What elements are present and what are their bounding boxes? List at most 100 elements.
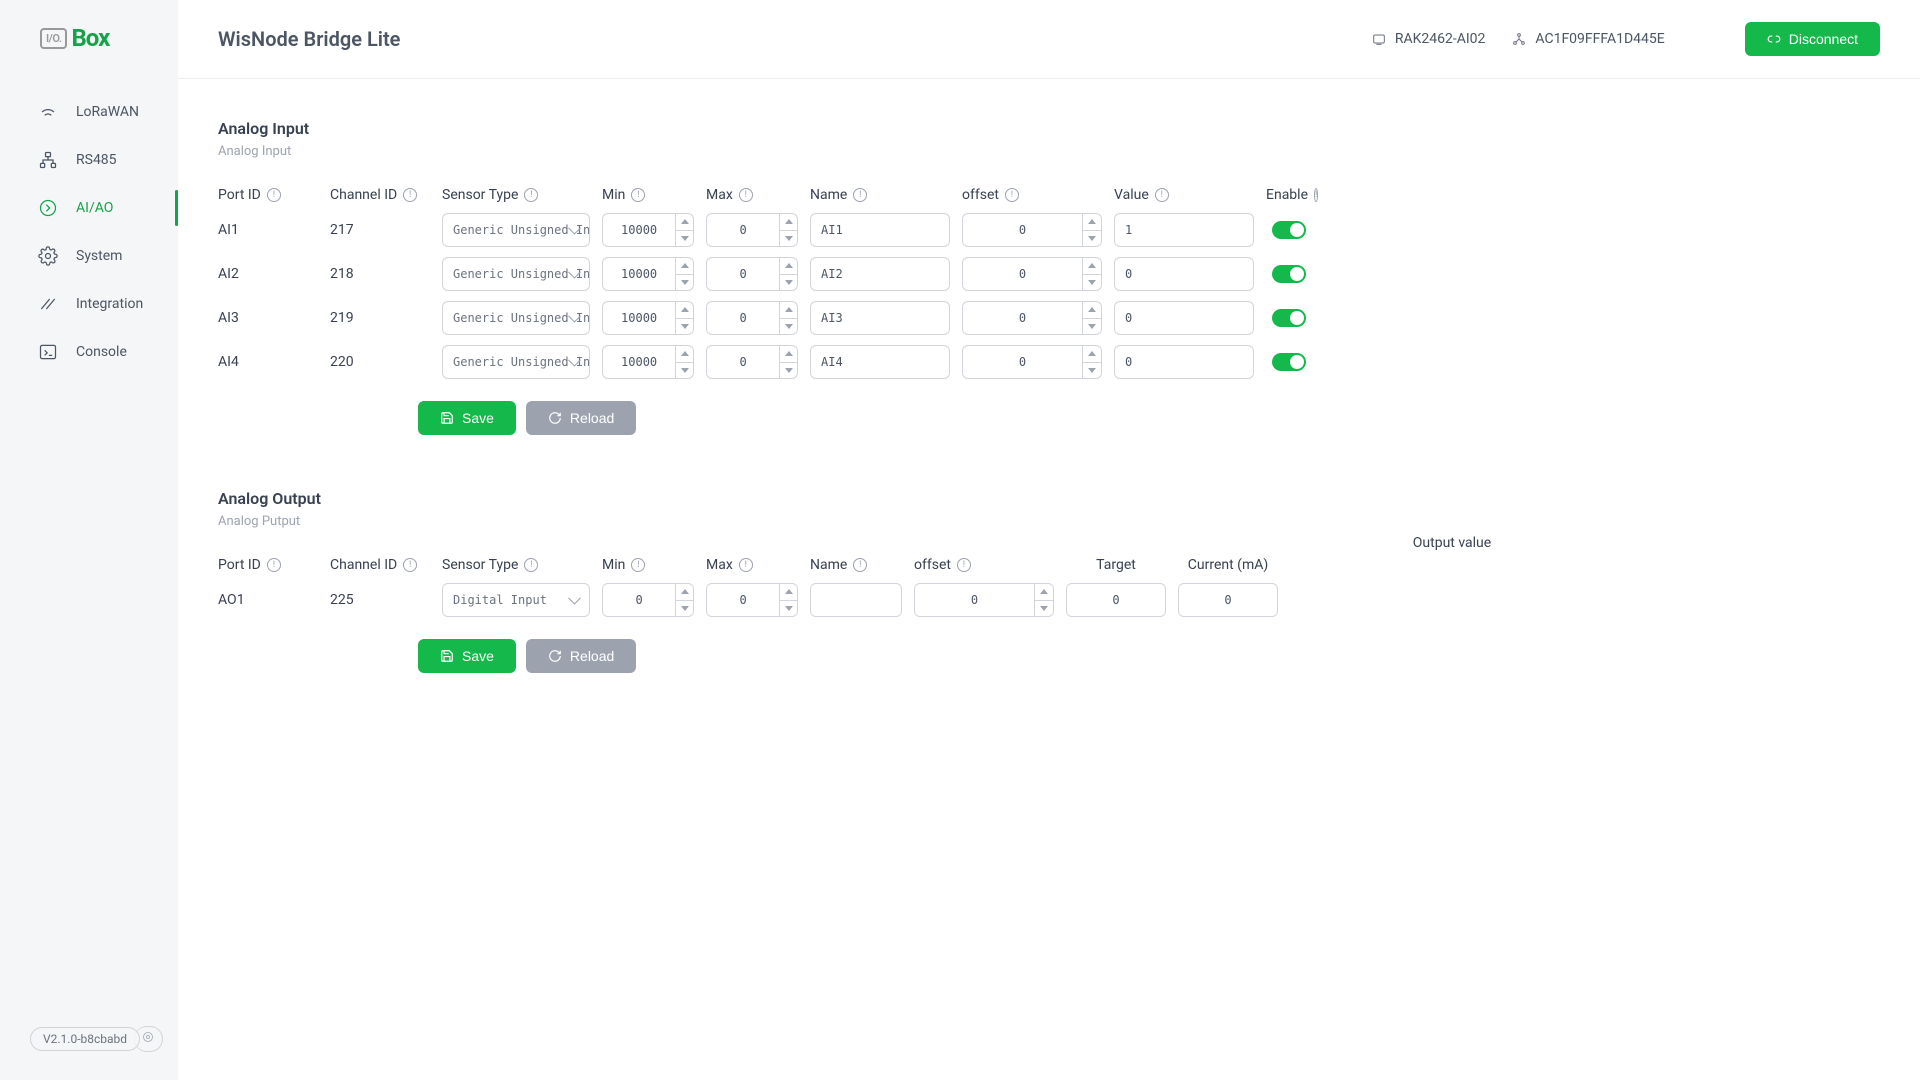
offset-input-field[interactable] xyxy=(963,346,1082,378)
name-input[interactable] xyxy=(810,301,950,335)
stepper-up[interactable] xyxy=(780,258,797,275)
sidebar-item-rs485[interactable]: RS485 xyxy=(0,136,178,184)
info-icon[interactable]: ! xyxy=(524,188,538,202)
stepper-up[interactable] xyxy=(1083,302,1101,319)
enable-toggle[interactable] xyxy=(1272,265,1306,283)
min-input-field[interactable] xyxy=(603,346,675,378)
sensor-type-select[interactable]: Generic Unsigned Int… xyxy=(442,301,590,335)
offset-input[interactable] xyxy=(962,213,1102,247)
offset-input-field[interactable] xyxy=(963,302,1082,334)
stepper-down[interactable] xyxy=(780,275,797,291)
offset-input[interactable] xyxy=(962,301,1102,335)
min-input[interactable] xyxy=(602,213,694,247)
info-icon[interactable]: ! xyxy=(1314,188,1318,202)
info-icon[interactable]: ! xyxy=(739,558,753,572)
min-input[interactable] xyxy=(602,583,694,617)
max-input-field[interactable] xyxy=(707,584,779,616)
info-icon[interactable]: ! xyxy=(403,558,417,572)
offset-input-field[interactable] xyxy=(915,584,1034,616)
stepper-down[interactable] xyxy=(1035,601,1053,617)
offset-input-field[interactable] xyxy=(963,258,1082,290)
stepper-up[interactable] xyxy=(780,214,797,231)
info-icon[interactable]: ! xyxy=(524,558,538,572)
info-icon[interactable]: ! xyxy=(739,188,753,202)
stepper-up[interactable] xyxy=(1083,346,1101,363)
sidebar-item-lorawan[interactable]: LoRaWAN xyxy=(0,88,178,136)
stepper-up[interactable] xyxy=(1083,258,1101,275)
name-input[interactable] xyxy=(810,583,902,617)
stepper-up[interactable] xyxy=(1083,214,1101,231)
stepper-down[interactable] xyxy=(1083,231,1101,247)
max-input[interactable] xyxy=(706,583,798,617)
disconnect-button[interactable]: Disconnect xyxy=(1745,22,1880,56)
info-icon[interactable]: ! xyxy=(267,188,281,202)
save-button[interactable]: Save xyxy=(418,401,516,435)
stepper-down[interactable] xyxy=(780,363,797,379)
stepper-up[interactable] xyxy=(676,346,693,363)
min-input[interactable] xyxy=(602,257,694,291)
save-button[interactable]: Save xyxy=(418,639,516,673)
stepper-down[interactable] xyxy=(1083,363,1101,379)
stepper-down[interactable] xyxy=(780,601,797,617)
info-icon[interactable]: ! xyxy=(267,558,281,572)
info-icon[interactable]: ! xyxy=(853,188,867,202)
offset-input-field[interactable] xyxy=(963,214,1082,246)
sensor-type-select[interactable]: Generic Unsigned Int… xyxy=(442,257,590,291)
value-input[interactable] xyxy=(1114,213,1254,247)
min-input-field[interactable] xyxy=(603,214,675,246)
stepper-down[interactable] xyxy=(676,601,693,617)
min-input-field[interactable] xyxy=(603,584,675,616)
offset-input[interactable] xyxy=(962,345,1102,379)
stepper-down[interactable] xyxy=(676,363,693,379)
stepper-down[interactable] xyxy=(676,275,693,291)
name-input[interactable] xyxy=(810,345,950,379)
stepper-up[interactable] xyxy=(676,584,693,601)
info-icon[interactable]: ! xyxy=(631,558,645,572)
min-input[interactable] xyxy=(602,301,694,335)
info-icon[interactable]: ! xyxy=(1005,188,1019,202)
value-input[interactable] xyxy=(1114,301,1254,335)
enable-toggle[interactable] xyxy=(1272,353,1306,371)
min-input-field[interactable] xyxy=(603,302,675,334)
stepper-up[interactable] xyxy=(676,302,693,319)
sidebar-item-integration[interactable]: Integration xyxy=(0,280,178,328)
stepper-down[interactable] xyxy=(1083,275,1101,291)
offset-input[interactable] xyxy=(962,257,1102,291)
stepper-down[interactable] xyxy=(780,231,797,247)
stepper-down[interactable] xyxy=(676,319,693,335)
offset-input[interactable] xyxy=(914,583,1054,617)
sidebar-item-aiao[interactable]: AI/AO xyxy=(0,184,178,232)
sensor-type-select[interactable]: Digital Input xyxy=(442,583,590,617)
sidebar-item-console[interactable]: Console xyxy=(0,328,178,376)
info-icon[interactable]: ! xyxy=(957,558,971,572)
max-input-field[interactable] xyxy=(707,302,779,334)
reload-button[interactable]: Reload xyxy=(526,639,636,673)
stepper-up[interactable] xyxy=(780,346,797,363)
stepper-up[interactable] xyxy=(780,302,797,319)
max-input[interactable] xyxy=(706,301,798,335)
reload-button[interactable]: Reload xyxy=(526,401,636,435)
stepper-down[interactable] xyxy=(676,231,693,247)
stepper-down[interactable] xyxy=(780,319,797,335)
info-icon[interactable]: ! xyxy=(1155,188,1169,202)
min-input[interactable] xyxy=(602,345,694,379)
sensor-type-select[interactable]: Generic Unsigned Int… xyxy=(442,345,590,379)
max-input[interactable] xyxy=(706,345,798,379)
info-icon[interactable]: ! xyxy=(631,188,645,202)
value-input[interactable] xyxy=(1114,345,1254,379)
min-input-field[interactable] xyxy=(603,258,675,290)
name-input[interactable] xyxy=(810,213,950,247)
enable-toggle[interactable] xyxy=(1272,221,1306,239)
stepper-up[interactable] xyxy=(1035,584,1053,601)
stepper-up[interactable] xyxy=(676,214,693,231)
sensor-type-select[interactable]: Generic Unsigned Int… xyxy=(442,213,590,247)
stepper-down[interactable] xyxy=(1083,319,1101,335)
info-icon[interactable]: ! xyxy=(853,558,867,572)
max-input[interactable] xyxy=(706,257,798,291)
max-input[interactable] xyxy=(706,213,798,247)
max-input-field[interactable] xyxy=(707,214,779,246)
max-input-field[interactable] xyxy=(707,258,779,290)
max-input-field[interactable] xyxy=(707,346,779,378)
info-icon[interactable]: ! xyxy=(403,188,417,202)
enable-toggle[interactable] xyxy=(1272,309,1306,327)
